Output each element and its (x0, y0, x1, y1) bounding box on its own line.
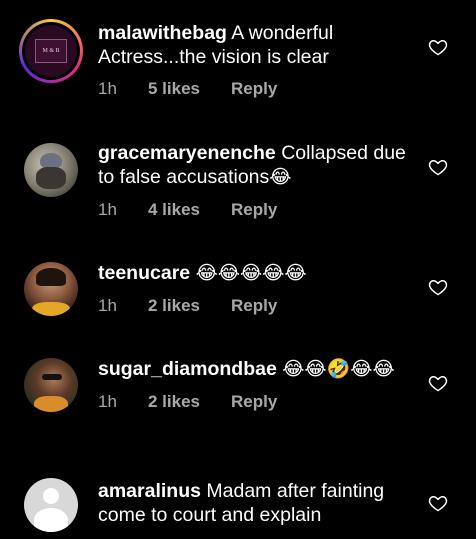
avatar[interactable]: M & B (19, 19, 83, 83)
comment-likes[interactable]: 2 likes (148, 392, 231, 412)
comment-username[interactable]: teenucare (98, 262, 190, 284)
comment-emoji: 😂😂🤣😂😂 (282, 359, 395, 380)
avatar-logo: M & B (35, 39, 67, 63)
comment-username[interactable]: malawithebag (98, 22, 227, 44)
comment-text: sugar_diamondbae 😂😂🤣😂😂 (98, 357, 408, 382)
avatar[interactable] (24, 262, 78, 316)
reply-button[interactable]: Reply (231, 296, 277, 316)
comment-text: amaralinus Madam after fainting come to … (98, 479, 408, 527)
comment-time: 1h (98, 296, 117, 315)
heart-icon[interactable] (428, 373, 448, 393)
comment-likes[interactable]: 4 likes (148, 200, 231, 220)
avatar[interactable] (24, 143, 78, 197)
default-avatar-icon (43, 488, 59, 504)
heart-icon[interactable] (428, 277, 448, 297)
comment-emoji: 😂😂😂😂😂 (195, 263, 307, 284)
comment-username[interactable]: gracemaryenenche (98, 142, 276, 164)
comment-text: malawithebag A wonderful Actress...the v… (98, 21, 408, 69)
heart-icon[interactable] (428, 493, 448, 513)
reply-button[interactable]: Reply (231, 392, 277, 412)
reply-button[interactable]: Reply (231, 79, 277, 99)
comment-text: teenucare 😂😂😂😂😂 (98, 261, 408, 286)
comment-likes[interactable]: 5 likes (148, 79, 231, 99)
comment-username[interactable]: sugar_diamondbae (98, 358, 277, 380)
reply-button[interactable]: Reply (231, 200, 277, 220)
comment-time: 1h (98, 392, 117, 411)
comment-emoji: 😂 (269, 167, 292, 188)
comment-text: gracemaryenenche Collapsed due to false … (98, 141, 408, 190)
comment-likes[interactable]: 2 likes (148, 296, 231, 316)
avatar[interactable] (24, 478, 78, 532)
comment-time: 1h (98, 200, 117, 219)
heart-icon[interactable] (428, 157, 448, 177)
avatar[interactable] (24, 358, 78, 412)
heart-icon[interactable] (428, 37, 448, 57)
comment-time: 1h (98, 79, 117, 98)
comment-username[interactable]: amaralinus (98, 480, 201, 502)
